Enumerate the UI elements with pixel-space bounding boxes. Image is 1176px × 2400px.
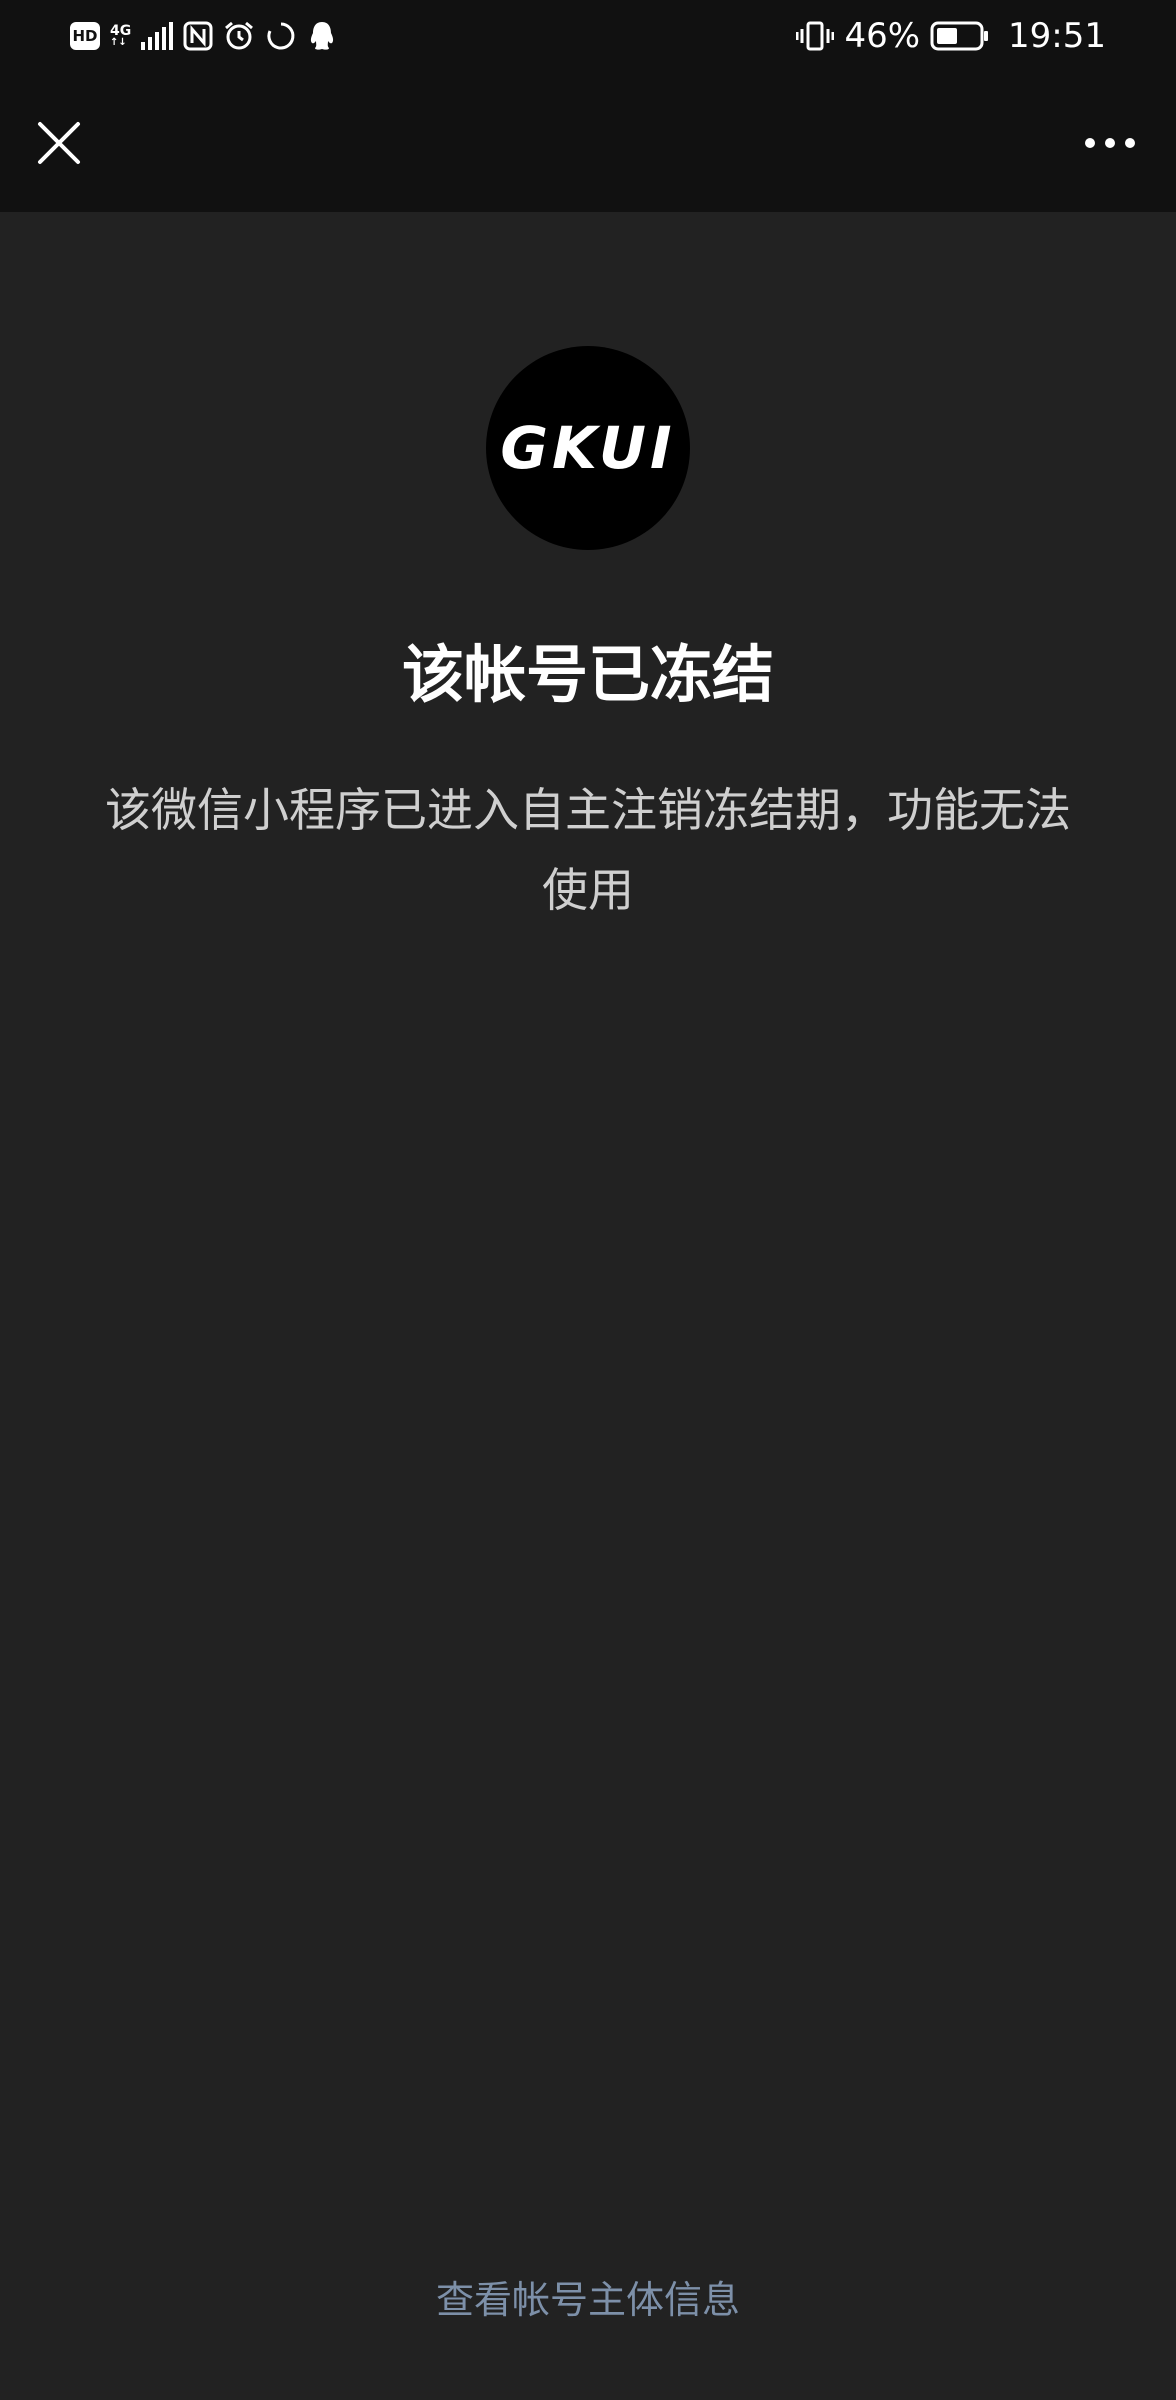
hd-badge: HD [70,22,100,50]
more-icon-dot [1085,138,1095,148]
more-icon-dot [1105,138,1115,148]
status-left: HD 4G ↑↓ [70,16,337,56]
clock: 19:51 [1008,16,1106,56]
network-type: 4G ↑↓ [110,24,131,48]
battery-icon [930,20,990,52]
logo-text: GKUI [500,414,676,482]
vibrate-icon [796,20,835,52]
battery-percent: 46% [844,16,921,56]
sync-icon [265,20,297,52]
network-label: 4G [110,23,132,39]
close-icon [38,122,80,164]
nav-bar [0,72,1176,212]
alarm-icon [223,20,255,52]
status-right: 46% 19:51 [796,16,1106,56]
description: 该微信小程序已进入自主注销冻结期，功能无法使用 [105,783,1071,917]
view-account-info-link[interactable]: 查看帐号主体信息 [0,2268,1176,2332]
signal-icon [141,22,174,50]
nfc-icon [183,21,213,51]
more-icon-dot [1125,138,1135,148]
screen: HD 4G ↑↓ 46% 19:51 GKUI 该帐号已冻结 该微信小程序已进入… [0,0,1176,2400]
network-sub: ↑↓ [110,37,127,48]
more-button[interactable] [1070,110,1150,176]
close-button[interactable] [26,110,92,176]
status-bar: HD 4G ↑↓ 46% 19:51 [0,0,1176,72]
page-title: 该帐号已冻结 [401,638,774,711]
qq-icon [307,20,337,52]
mini-program-logo: GKUI [486,346,690,550]
